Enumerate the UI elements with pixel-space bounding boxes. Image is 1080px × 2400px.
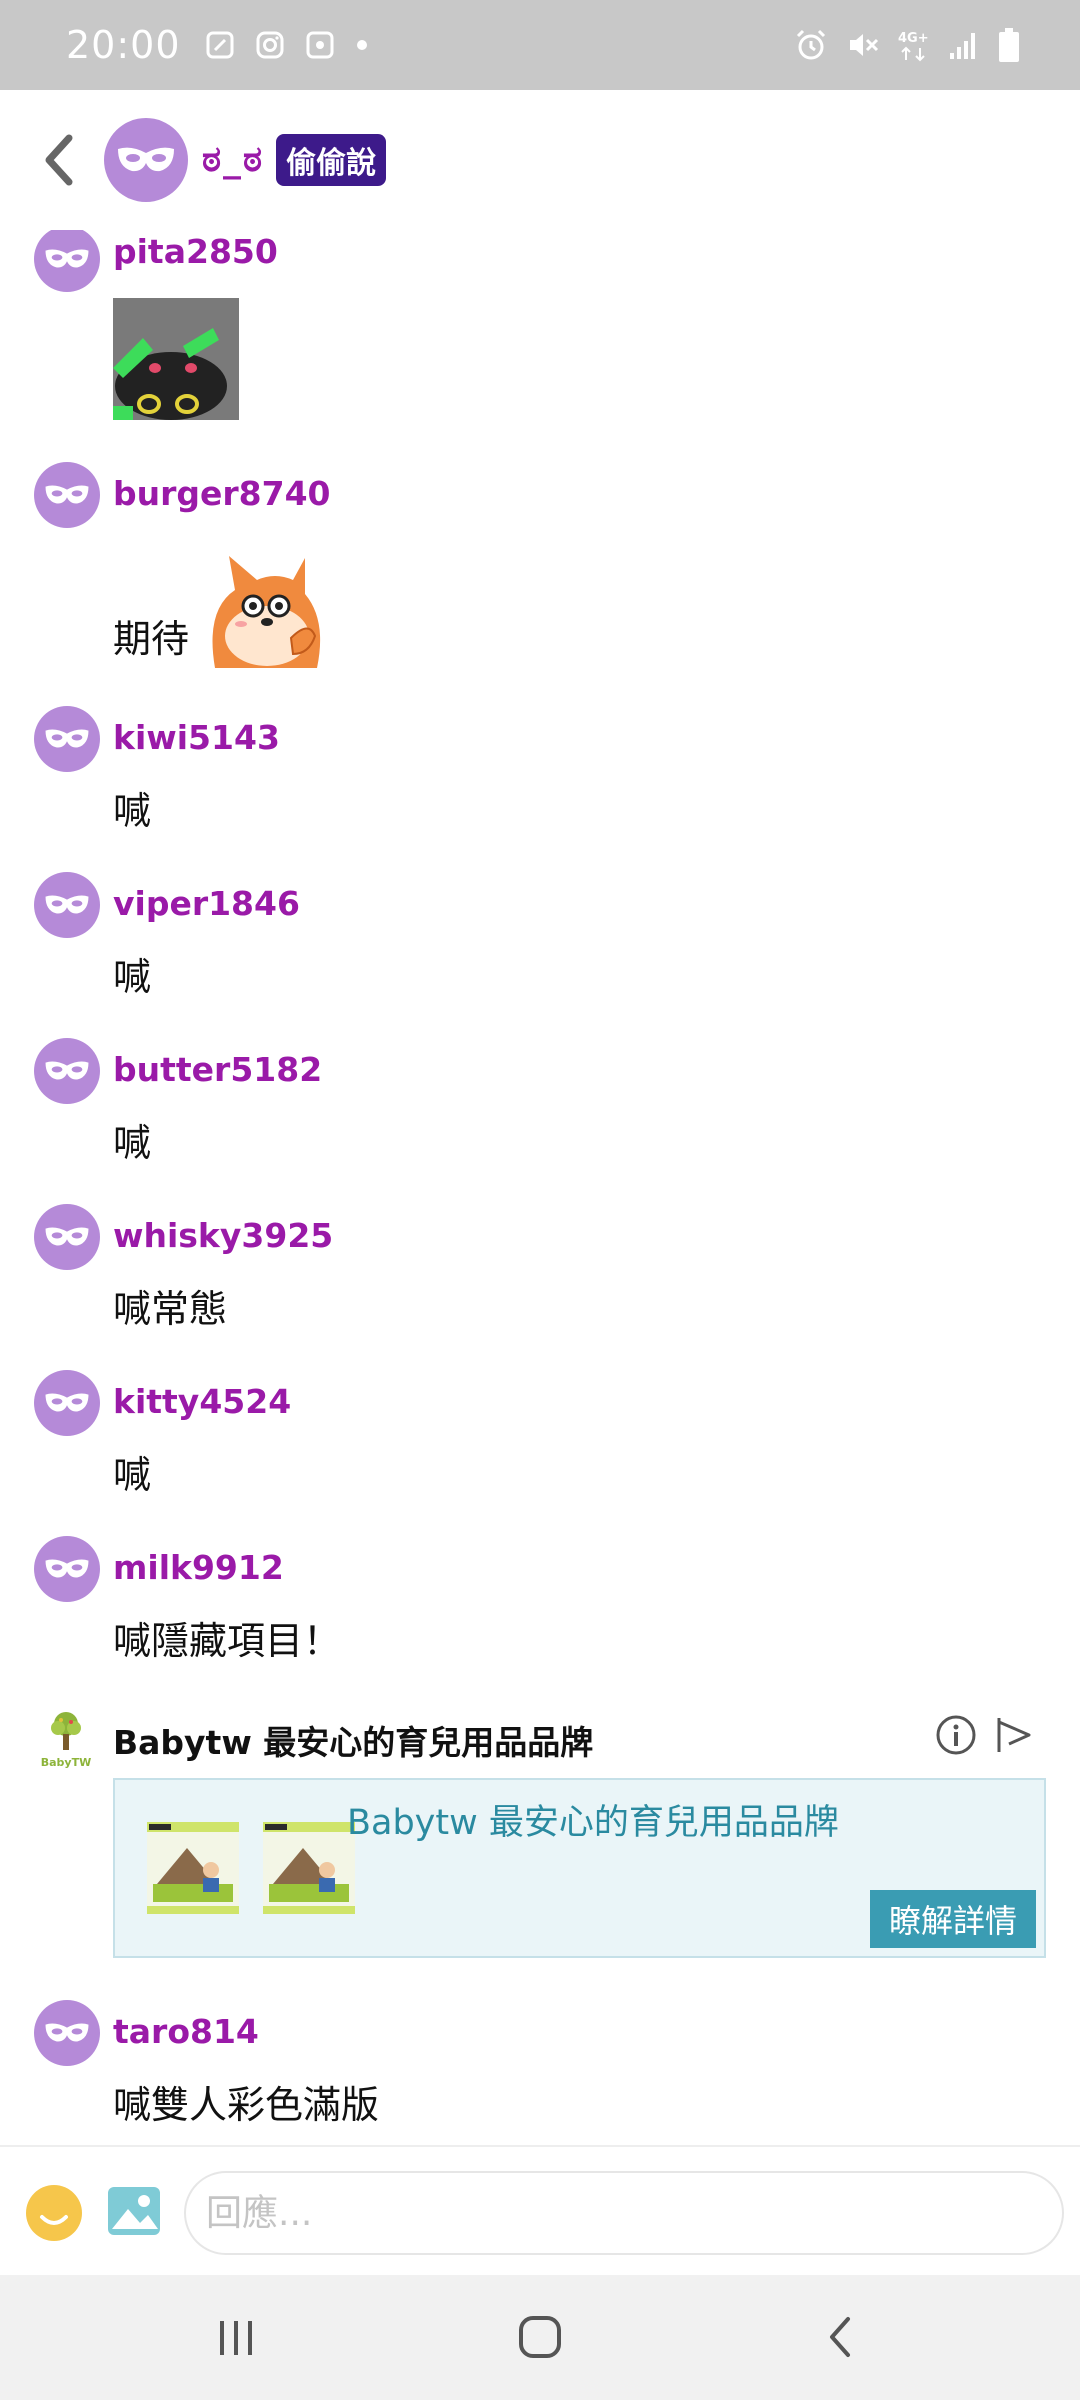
reply-input[interactable] — [184, 2171, 1064, 2255]
message-username[interactable]: milk9912 — [113, 1548, 284, 1587]
message-username[interactable]: kiwi5143 — [113, 718, 280, 757]
chevron-left-icon — [45, 134, 73, 186]
message-username[interactable]: butter5182 — [113, 1050, 322, 1089]
tree-logo-icon — [51, 1712, 81, 1750]
message-username[interactable]: taro814 — [113, 2012, 259, 2051]
avatar[interactable] — [34, 706, 100, 772]
ad-thumbnail[interactable] — [147, 1822, 239, 1914]
status-right-icons: 4G+ — [794, 27, 1020, 63]
header-avatar[interactable] — [104, 118, 188, 202]
mask-icon — [45, 1559, 89, 1578]
ad-thumbnail[interactable] — [263, 1822, 355, 1914]
learn-more-button[interactable]: 瞭解詳情 — [870, 1890, 1036, 1948]
notification-icon — [206, 31, 234, 59]
message-text: 喊 — [113, 1121, 152, 1165]
message-text: 期待 — [113, 617, 190, 661]
message-item: kiwi5143 喊 — [0, 706, 1080, 846]
play-arrow-icon — [997, 1718, 1031, 1752]
mask-icon — [45, 485, 89, 504]
dot-icon — [356, 40, 367, 50]
mask-icon — [45, 1227, 89, 1246]
ad-logo-text: BabyTW — [40, 1756, 92, 1769]
cat-sticker[interactable] — [113, 298, 239, 420]
ad-choices-button[interactable] — [993, 1714, 1035, 1756]
ad-logo[interactable]: BabyTW — [36, 1710, 96, 1776]
message-text: 喊 — [113, 1453, 152, 1497]
message-item: kitty4524 喊 — [0, 1370, 1080, 1510]
message-item: pita2850 — [0, 230, 1080, 430]
header-title: ಠ_ಠ — [202, 139, 265, 180]
system-nav-bar — [0, 2275, 1080, 2400]
status-left-icons — [205, 30, 369, 60]
chat-header: ಠ_ಠ 偷偷說 — [0, 90, 1080, 230]
back-button[interactable] — [24, 125, 94, 195]
message-username[interactable]: viper1846 — [113, 884, 300, 923]
message-text: 喊 — [113, 789, 152, 833]
ad-card-title[interactable]: Babytw 最安心的育兒用品品牌 — [347, 1794, 839, 1845]
mask-icon — [45, 249, 89, 268]
avatar[interactable] — [34, 1536, 100, 1602]
message-item: viper1846 喊 — [0, 872, 1080, 1012]
message-username[interactable]: pita2850 — [113, 232, 278, 271]
message-text: 喊常態 — [113, 1287, 228, 1331]
smiley-icon — [28, 2187, 80, 2239]
ad-title[interactable]: Babytw 最安心的育兒用品品牌 — [113, 1716, 593, 1764]
avatar[interactable] — [34, 872, 100, 938]
mask-icon — [45, 729, 89, 748]
avatar[interactable] — [34, 230, 100, 292]
mask-icon — [45, 1393, 89, 1412]
sponsored-ad: BabyTW Babytw 最安心的育兒用品品牌 Babytw 最安心的育兒用品… — [0, 1710, 1080, 1980]
ad-card[interactable]: Babytw 最安心的育兒用品品牌 瞭解詳情 — [113, 1778, 1046, 1958]
system-back-button[interactable] — [800, 2305, 880, 2369]
signal-icon — [950, 33, 975, 59]
notification-icon — [306, 31, 334, 59]
message-username[interactable]: burger8740 — [113, 474, 331, 513]
mute-icon — [850, 34, 879, 56]
svg-text:4G+: 4G+ — [898, 31, 929, 46]
recent-apps-button[interactable] — [196, 2305, 276, 2369]
image-upload-button[interactable] — [106, 2183, 162, 2239]
emoji-button[interactable] — [26, 2185, 82, 2241]
mask-icon — [118, 147, 174, 172]
message-username[interactable]: kitty4524 — [113, 1382, 291, 1421]
battery-icon — [999, 28, 1019, 62]
status-time: 20:00 — [66, 23, 181, 67]
message-item: milk9912 喊隱藏項目！ — [0, 1536, 1080, 1676]
status-bar: 20:00 4G+ — [0, 0, 1080, 90]
recent-apps-icon — [220, 2321, 252, 2355]
avatar[interactable] — [34, 462, 100, 528]
image-icon — [108, 2187, 160, 2235]
message-text: 喊 — [113, 955, 152, 999]
message-text: 喊隱藏項目！ — [113, 1619, 342, 1663]
mask-icon — [45, 1061, 89, 1080]
message-text: 喊雙人彩色滿版 — [113, 2083, 380, 2127]
message-item: taro814 喊雙人彩色滿版 — [0, 2000, 1080, 2140]
ad-info-button[interactable] — [935, 1714, 977, 1756]
message-username[interactable]: whisky3925 — [113, 1216, 333, 1255]
mask-icon — [45, 2023, 89, 2042]
info-icon — [936, 1715, 976, 1755]
home-button[interactable] — [500, 2305, 580, 2369]
chevron-left-icon — [830, 2317, 850, 2357]
message-list[interactable]: pita2850 burger8740 期待 kiwi5143 喊 viper1… — [0, 230, 1080, 2145]
avatar[interactable] — [34, 2000, 100, 2066]
message-item: whisky3925 喊常態 — [0, 1204, 1080, 1344]
4g-icon: 4G+ — [898, 31, 929, 62]
avatar[interactable] — [34, 1204, 100, 1270]
mask-icon — [45, 895, 89, 914]
instagram-icon — [256, 31, 284, 59]
avatar[interactable] — [34, 1038, 100, 1104]
header-badge: 偷偷說 — [276, 134, 387, 186]
avatar[interactable] — [34, 1370, 100, 1436]
message-item: burger8740 期待 — [0, 462, 1080, 682]
home-icon — [519, 2316, 561, 2358]
reply-bar — [0, 2145, 1080, 2275]
message-item: butter5182 喊 — [0, 1038, 1080, 1178]
fox-sticker[interactable] — [205, 550, 329, 668]
alarm-icon — [796, 29, 826, 60]
